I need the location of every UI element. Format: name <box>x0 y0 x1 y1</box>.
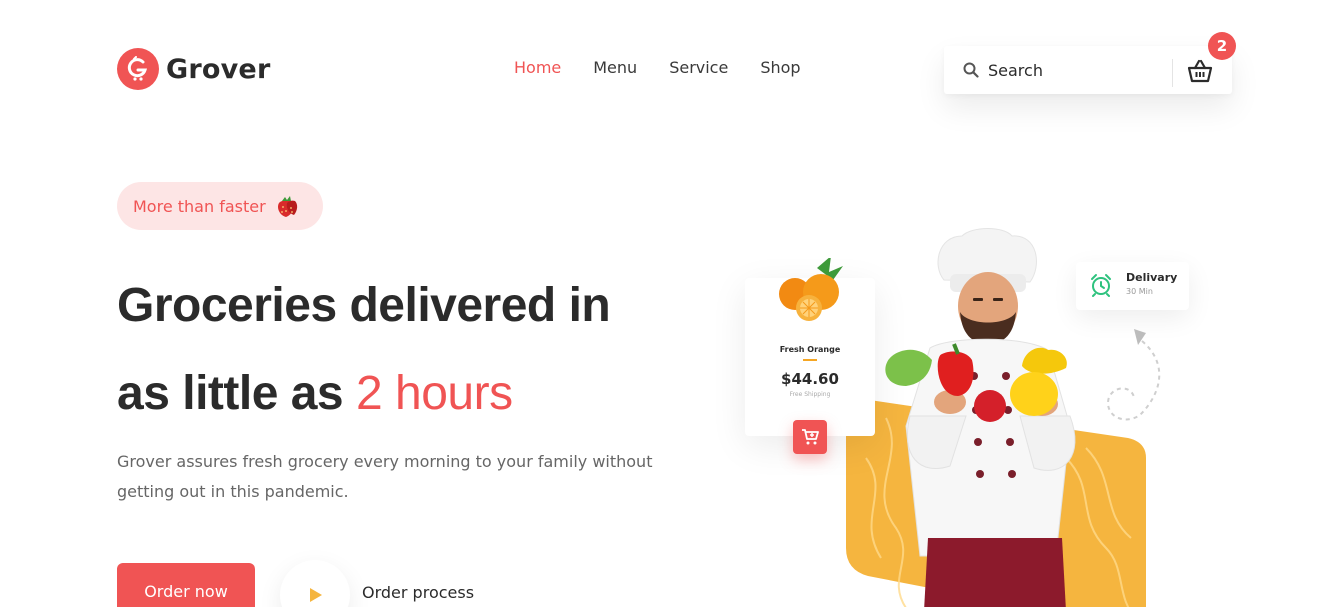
chef-image <box>885 228 1076 607</box>
logo-icon <box>117 48 159 90</box>
cart-icon <box>802 429 819 445</box>
delivery-route-decoration <box>1106 329 1161 421</box>
nav-shop[interactable]: Shop <box>760 58 800 77</box>
product-price: $44.60 <box>781 370 839 388</box>
nav-menu[interactable]: Menu <box>593 58 637 77</box>
nav-service[interactable]: Service <box>669 58 728 77</box>
search-input[interactable] <box>988 58 1158 82</box>
hero-tag-label: More than faster <box>133 196 266 216</box>
order-process-link[interactable]: Order process <box>362 583 474 602</box>
product-shipping: Free Shipping <box>789 391 831 398</box>
hero-description: Grover assures fresh grocery every morni… <box>117 452 653 501</box>
search-box <box>944 46 1232 94</box>
add-to-cart-button[interactable] <box>793 420 827 454</box>
delivery-title: Delivary <box>1126 271 1178 284</box>
nav-home[interactable]: Home <box>514 58 561 77</box>
headline-line-2: as little as <box>117 367 344 420</box>
brand-name: Grover <box>166 53 271 85</box>
basket-icon[interactable] <box>1187 59 1213 83</box>
cart-count-badge: 2 <box>1208 32 1236 60</box>
hero-headline: Groceries delivered in as little as 2 ho… <box>117 262 717 438</box>
delivery-time: 30 Min <box>1126 287 1153 296</box>
main-nav: Home Menu Service Shop <box>514 58 801 77</box>
orange-fruit-image <box>779 258 843 321</box>
brand-logo[interactable]: Grover <box>117 48 270 90</box>
hero-tag: More than faster <box>117 182 323 230</box>
search-icon <box>963 62 979 78</box>
play-icon <box>310 588 322 602</box>
product-card[interactable]: Fresh Orange $44.60 Free Shipping <box>745 258 875 436</box>
search-divider <box>1172 59 1173 87</box>
product-name: Fresh Orange <box>779 345 841 354</box>
play-video-button[interactable] <box>280 560 350 607</box>
strawberry-icon <box>277 196 297 217</box>
order-now-button[interactable]: Order now <box>117 563 255 607</box>
headline-accent: 2 hours <box>355 367 513 420</box>
product-divider <box>803 359 817 361</box>
headline-line-1: Groceries delivered in <box>117 279 611 332</box>
